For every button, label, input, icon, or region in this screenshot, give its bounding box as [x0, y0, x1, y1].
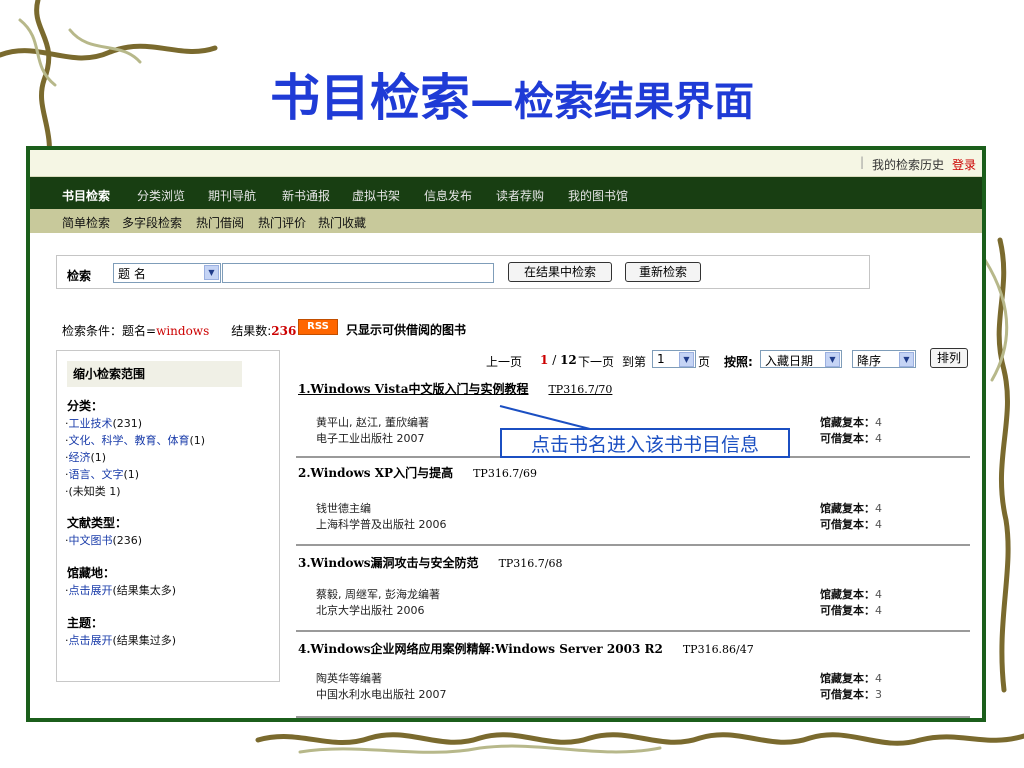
- search-condition: 检索条件：题名=windows 结果数:236: [62, 322, 296, 339]
- subnav-multi-field-search[interactable]: 多字段检索: [122, 214, 182, 231]
- sort-order-value: 降序: [857, 354, 882, 368]
- search-label: 检索: [67, 269, 92, 283]
- result-row: 2.Windows XP入门与提高 TP316.7/69 钱世德主编 上海科学普及…: [296, 460, 970, 546]
- result-title-link[interactable]: 1.Windows Vista中文版入门与实例教程 TP316.7/70: [298, 380, 612, 397]
- nav-item-virtual-shelf[interactable]: 虚拟书架: [352, 187, 400, 204]
- chevron-down-icon: ▼: [825, 352, 840, 367]
- refine-sidebar: 缩小检索范围 分类： ·工业技术(231) ·文化、科学、教育、体育(1) ·经…: [56, 350, 280, 682]
- facet-item[interactable]: ·文化、科学、教育、体育(1): [65, 432, 205, 448]
- facet-item[interactable]: ·点击展开(结果集过多): [65, 632, 176, 648]
- login-link[interactable]: 登录: [952, 156, 976, 173]
- prev-page-link[interactable]: 上一页: [486, 353, 522, 370]
- slide-title-sub: 检索结果界面: [514, 79, 754, 125]
- facet-item[interactable]: ·点击展开(结果集太多): [65, 582, 176, 598]
- result-publisher: 电子工业出版社 2007: [316, 432, 425, 445]
- subnav-hot-favorite[interactable]: 热门收藏: [318, 214, 366, 231]
- condition-prefix: 检索条件：题名=: [62, 324, 157, 338]
- result-publisher: 上海科学普及出版社 2006: [316, 518, 447, 531]
- reset-search-button[interactable]: 重新检索: [625, 262, 701, 282]
- sort-field-value: 入藏日期: [765, 354, 814, 368]
- subnav-hot-borrow[interactable]: 热门借阅: [196, 214, 244, 231]
- result-copies: 馆藏复本：4: [820, 588, 882, 601]
- main-nav: 书目检索 分类浏览 期刊导航 新书通报 虚拟书架 信息发布 读者荐购 我的图书馆: [30, 177, 982, 209]
- search-panel: 检索 题 名 ▼ 在结果中检索 重新检索: [56, 255, 870, 289]
- facet-item[interactable]: ·中文图书(236): [65, 532, 142, 548]
- search-field-value: 题 名: [118, 267, 146, 281]
- result-title-link[interactable]: 3.Windows漏洞攻击与安全防范 TP316.7/68: [298, 554, 563, 571]
- result-copies: 馆藏复本：4: [820, 672, 882, 685]
- subnav-simple-search[interactable]: 简单检索: [62, 214, 110, 231]
- result-author: 黄平山, 赵江, 董欣编著: [316, 416, 429, 429]
- result-available: 可借复本：3: [820, 688, 882, 701]
- result-publisher: 中国水利水电出版社 2007: [316, 688, 447, 701]
- chevron-down-icon: ▼: [204, 265, 219, 280]
- nav-item-category-browse[interactable]: 分类浏览: [137, 187, 185, 204]
- search-history-link[interactable]: 我的检索历史: [872, 156, 944, 173]
- nav-item-my-library[interactable]: 我的图书馆: [568, 187, 628, 204]
- chevron-down-icon: ▼: [899, 352, 914, 367]
- search-input[interactable]: [222, 263, 494, 283]
- facet-heading-category: 分类：: [67, 399, 104, 413]
- topbar-separator: |: [859, 155, 864, 169]
- facet-item[interactable]: ·(未知类 1): [65, 483, 121, 499]
- nav-item-reader-recommend[interactable]: 读者荐购: [496, 187, 544, 204]
- page-select[interactable]: 1 ▼: [652, 350, 696, 368]
- sort-label: 按照:: [724, 355, 753, 369]
- opac-screenshot: | 我的检索历史 登录 书目检索 分类浏览 期刊导航 新书通报 虚拟书架 信息发…: [26, 146, 986, 722]
- result-count: 236: [271, 324, 297, 338]
- result-author: 钱世德主编: [316, 502, 371, 515]
- result-row: 3.Windows漏洞攻击与安全防范 TP316.7/68 蔡毅, 周继军, 彭海…: [296, 548, 970, 632]
- next-page-link[interactable]: 下一页: [578, 353, 614, 370]
- facet-item[interactable]: ·经济(1): [65, 449, 106, 465]
- subnav-hot-review[interactable]: 热门评价: [258, 214, 306, 231]
- facet-item[interactable]: ·语言、文字(1): [65, 466, 139, 482]
- sort-button[interactable]: 排列: [930, 348, 968, 368]
- nav-item-journal-nav[interactable]: 期刊导航: [208, 187, 256, 204]
- result-publisher: 北京大学出版社 2006: [316, 604, 425, 617]
- sort-order-select[interactable]: 降序 ▼: [852, 350, 916, 368]
- nav-item-new-books[interactable]: 新书通报: [282, 187, 330, 204]
- result-copies: 馆藏复本：4: [820, 416, 882, 429]
- result-available: 可借复本：4: [820, 518, 882, 531]
- slide-title-dash: —: [470, 75, 514, 126]
- facet-item[interactable]: ·工业技术(231): [65, 415, 142, 431]
- search-field-select[interactable]: 题 名 ▼: [113, 263, 221, 283]
- result-author: 蔡毅, 周继军, 彭海龙编著: [316, 588, 440, 601]
- result-available: 可借复本：4: [820, 604, 882, 617]
- page-select-value: 1: [657, 352, 665, 366]
- result-author: 陶英华等编著: [316, 672, 382, 685]
- chevron-down-icon: ▼: [679, 352, 694, 367]
- result-available: 可借复本：4: [820, 432, 882, 445]
- result-title-link[interactable]: 4.Windows企业网络应用案例精解:Windows Server 2003 …: [298, 640, 754, 657]
- nav-item-catalog-search[interactable]: 书目检索: [62, 187, 110, 204]
- only-available-link[interactable]: 只显示可供借阅的图书: [346, 321, 466, 338]
- facet-heading-doctype: 文献类型：: [67, 516, 128, 530]
- sort-field-select[interactable]: 入藏日期 ▼: [760, 350, 842, 368]
- callout-note: 点击书名进入该书书目信息: [500, 428, 790, 458]
- facet-heading-subject: 主题：: [67, 616, 104, 630]
- result-copies: 馆藏复本：4: [820, 502, 882, 515]
- rss-icon[interactable]: RSS: [298, 319, 338, 335]
- sub-nav: 简单检索 多字段检索 热门借阅 热门评价 热门收藏: [30, 209, 982, 233]
- result-count-label: 结果数:: [231, 324, 272, 338]
- search-in-results-button[interactable]: 在结果中检索: [508, 262, 612, 282]
- facet-heading-location: 馆藏地：: [67, 566, 116, 580]
- condition-keyword: windows: [156, 324, 210, 338]
- goto-label: 到第: [622, 355, 647, 369]
- page-unit: 页: [698, 355, 711, 369]
- page-indicator: 1 / 12: [540, 353, 577, 367]
- refine-title: 缩小检索范围: [67, 361, 242, 387]
- slide-title: 书目检索—检索结果界面: [0, 58, 1024, 130]
- top-utility-bar: | 我的检索历史 登录: [30, 150, 982, 177]
- result-row: 4.Windows企业网络应用案例精解:Windows Server 2003 …: [296, 634, 970, 718]
- slide-title-main: 书目检索: [270, 69, 470, 127]
- nav-item-announcements[interactable]: 信息发布: [424, 187, 472, 204]
- result-title-link[interactable]: 2.Windows XP入门与提高 TP316.7/69: [298, 464, 537, 481]
